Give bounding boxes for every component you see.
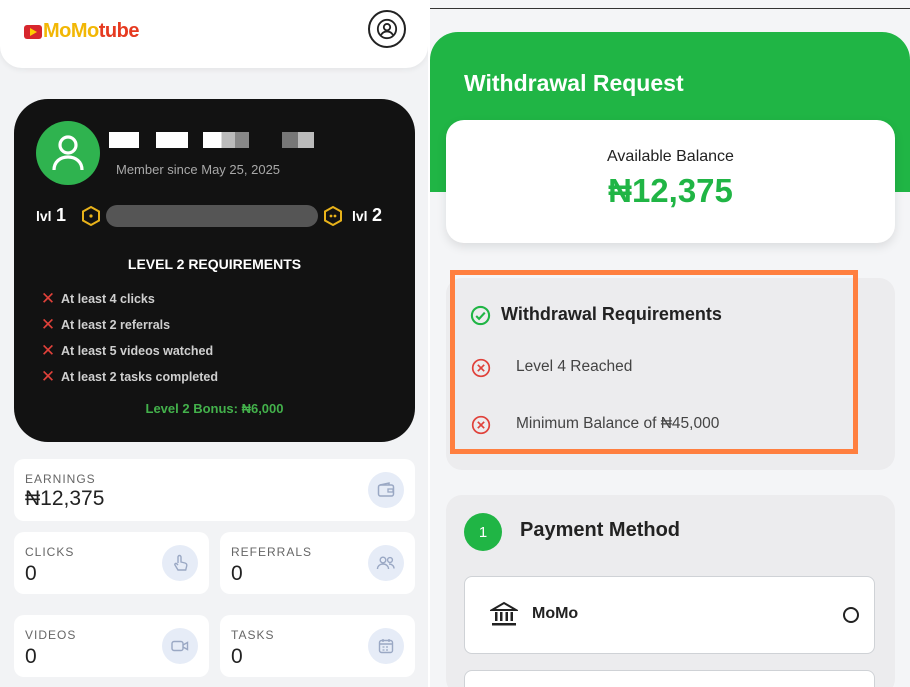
level-progress-bar xyxy=(106,205,318,227)
cross-icon: ✕ xyxy=(40,315,56,334)
balance-value: ₦12,375 xyxy=(608,172,733,209)
requirement-label: At least 5 videos watched xyxy=(61,344,214,358)
user-icon xyxy=(52,135,84,171)
user-circle-icon xyxy=(376,18,398,40)
cross-icon: ✕ xyxy=(40,341,56,360)
check-circle-icon xyxy=(470,305,491,326)
requirement-item: ✕ At least 2 tasks completed xyxy=(40,367,218,387)
withdrawal-title: Withdrawal Request xyxy=(464,70,684,96)
requirement-label: At least 4 clicks xyxy=(61,292,155,306)
profile-button[interactable] xyxy=(368,10,406,48)
video-icon xyxy=(162,628,198,664)
bank-icon xyxy=(490,601,518,626)
redacted-name-block xyxy=(156,132,188,148)
app-header: MoMo tube xyxy=(0,0,428,68)
users-icon xyxy=(368,545,404,581)
requirement-item: ✕ At least 4 clicks xyxy=(40,289,155,309)
requirement-item: ✕ At least 5 videos watched xyxy=(40,341,213,361)
referrals-value: 0 xyxy=(231,562,243,585)
requirement-item: ✕ At least 2 referrals xyxy=(40,315,170,335)
pointer-icon xyxy=(162,545,198,581)
play-logo-icon xyxy=(24,24,42,39)
referrals-card[interactable]: REFERRALS 0 xyxy=(220,532,415,594)
level-number: 1 xyxy=(56,205,67,225)
videos-value: 0 xyxy=(25,645,37,668)
tasks-card[interactable]: TASKS 0 xyxy=(220,615,415,677)
earnings-card[interactable]: EARNINGS ₦12,375 xyxy=(14,459,415,521)
redacted-name-block xyxy=(203,132,249,148)
logo-text-momo: MoMo xyxy=(43,20,99,42)
current-level-label: lvl 1 xyxy=(36,205,66,226)
tasks-label: TASKS xyxy=(231,628,275,642)
avatar xyxy=(36,121,100,185)
member-since-text: Member since May 25, 2025 xyxy=(116,162,281,177)
payment-method-title: Payment Method xyxy=(520,519,681,541)
requirement-label: At least 2 referrals xyxy=(61,318,171,332)
balance-card: Available Balance ₦12,375 xyxy=(446,120,895,243)
payment-option-next[interactable] xyxy=(464,670,875,687)
step-number-badge: 1 xyxy=(464,513,502,551)
level-number: 2 xyxy=(372,205,383,225)
profile-card: Member since May 25, 2025 lvl 1 lvl 2 LE… xyxy=(14,99,415,442)
videos-card[interactable]: VIDEOS 0 xyxy=(14,615,209,677)
videos-label: VIDEOS xyxy=(25,628,77,642)
earnings-value: ₦12,375 xyxy=(25,487,105,510)
payment-option-label: MoMo xyxy=(532,605,579,622)
level-badge-icon xyxy=(82,206,100,226)
requirement-label: At least 2 tasks completed xyxy=(61,370,219,384)
clicks-value: 0 xyxy=(25,562,37,585)
dashboard-panel: MoMo tube Member since May 25, 2025 lvl … xyxy=(0,0,430,687)
calendar-icon xyxy=(368,628,404,664)
balance-label: Available Balance xyxy=(607,148,734,165)
wallet-icon xyxy=(368,472,404,508)
clicks-label: CLICKS xyxy=(25,545,75,559)
earnings-label: EARNINGS xyxy=(25,472,96,486)
top-border xyxy=(430,8,910,9)
x-circle-icon xyxy=(471,415,491,435)
payment-option-radio[interactable] xyxy=(843,607,859,623)
app-logo[interactable]: MoMo tube xyxy=(24,20,139,43)
next-level-label: lvl 2 xyxy=(352,205,382,226)
withdrawal-requirement-label: Level 4 Reached xyxy=(516,358,633,375)
cross-icon: ✕ xyxy=(40,289,56,308)
tasks-value: 0 xyxy=(231,645,243,668)
withdrawal-requirements-title: Withdrawal Requirements xyxy=(501,304,722,324)
withdrawal-panel: Withdrawal Request Available Balance ₦12… xyxy=(430,0,910,687)
x-circle-icon xyxy=(471,358,491,378)
payment-option-momo[interactable]: MoMo xyxy=(464,576,875,654)
logo-text-tube: tube xyxy=(98,20,140,42)
withdrawal-requirement-label: Minimum Balance of ₦45,000 xyxy=(516,415,720,432)
clicks-card[interactable]: CLICKS 0 xyxy=(14,532,209,594)
level-bonus-text: Level 2 Bonus: ₦6,000 xyxy=(145,401,284,416)
cross-icon: ✕ xyxy=(40,367,56,386)
referrals-label: REFERRALS xyxy=(231,545,313,559)
level-prefix: lvl xyxy=(36,208,52,224)
requirements-title: LEVEL 2 REQUIREMENTS xyxy=(127,256,302,272)
level-badge-icon xyxy=(324,206,342,226)
redacted-name-block xyxy=(109,132,139,148)
redacted-name-block xyxy=(282,132,314,148)
level-prefix: lvl xyxy=(352,208,368,224)
